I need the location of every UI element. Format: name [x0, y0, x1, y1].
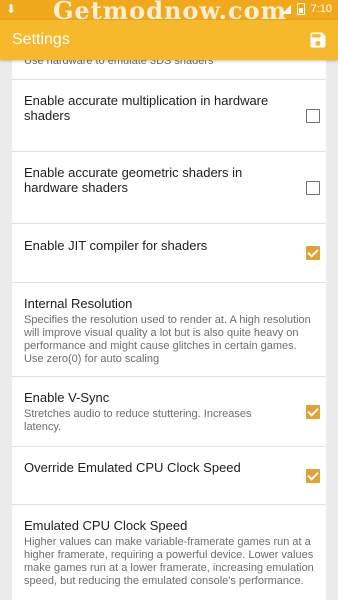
setting-title: Enable V-Sync [24, 390, 110, 405]
setting-accurate-geometric-shaders[interactable]: Enable accurate geometric shaders in har… [12, 165, 326, 195]
signal-icon [281, 4, 291, 14]
status-time: 7:10 [310, 3, 332, 15]
setting-jit-compiler[interactable]: Enable JIT compiler for shaders [12, 238, 326, 253]
divider [12, 79, 326, 80]
setting-title: Internal Resolution [24, 296, 133, 311]
checkbox-jit-compiler[interactable] [306, 246, 320, 260]
divider [12, 376, 326, 377]
setting-vsync[interactable]: Enable V-Sync Stretches audio to reduce … [12, 390, 326, 434]
divider [12, 282, 326, 283]
setting-subtitle: Use hardware to emulate 3DS shaders [24, 60, 214, 67]
setting-subtitle: Stretches audio to reduce stuttering. In… [24, 408, 252, 433]
setting-title: Emulated CPU Clock Speed [24, 518, 188, 533]
app-toolbar: Settings [0, 20, 338, 60]
setting-subtitle: Higher values can make variable-framerat… [24, 536, 314, 587]
page-title: Settings [12, 31, 70, 48]
download-arrow-icon: ⬇ [6, 2, 17, 16]
setting-override-cpu-clock[interactable]: Override Emulated CPU Clock Speed [12, 460, 326, 475]
settings-list: Use hardware to emulate 3DS shaders Enab… [0, 60, 338, 600]
divider [12, 504, 326, 505]
divider [12, 223, 326, 224]
setting-emulated-cpu-clock[interactable]: Emulated CPU Clock Speed Higher values c… [12, 518, 326, 588]
setting-hw-shader-partial[interactable]: Use hardware to emulate 3DS shaders [12, 60, 326, 68]
checkbox-vsync[interactable] [306, 405, 320, 419]
setting-accurate-multiplication[interactable]: Enable accurate multiplication in hardwa… [12, 93, 326, 123]
divider [12, 151, 326, 152]
divider [12, 446, 326, 447]
setting-title: Enable accurate multiplication in hardwa… [24, 93, 269, 123]
setting-subtitle: Specifies the resolution used to render … [24, 314, 311, 365]
setting-title: Enable accurate geometric shaders in har… [24, 165, 243, 195]
checkbox-accurate-multiplication[interactable] [306, 109, 320, 123]
status-icons: 7:10 [281, 3, 332, 15]
setting-title: Enable JIT compiler for shaders [24, 238, 208, 253]
setting-internal-resolution[interactable]: Internal Resolution Specifies the resolu… [12, 296, 326, 366]
setting-title: Override Emulated CPU Clock Speed [24, 460, 241, 475]
checkbox-override-cpu-clock[interactable] [306, 469, 320, 483]
save-floppy-icon[interactable] [308, 30, 328, 50]
battery-icon [296, 3, 305, 15]
status-bar: ⬇ Getmodnow.com 7:10 [0, 0, 338, 25]
checkbox-accurate-geometric-shaders[interactable] [306, 181, 320, 195]
